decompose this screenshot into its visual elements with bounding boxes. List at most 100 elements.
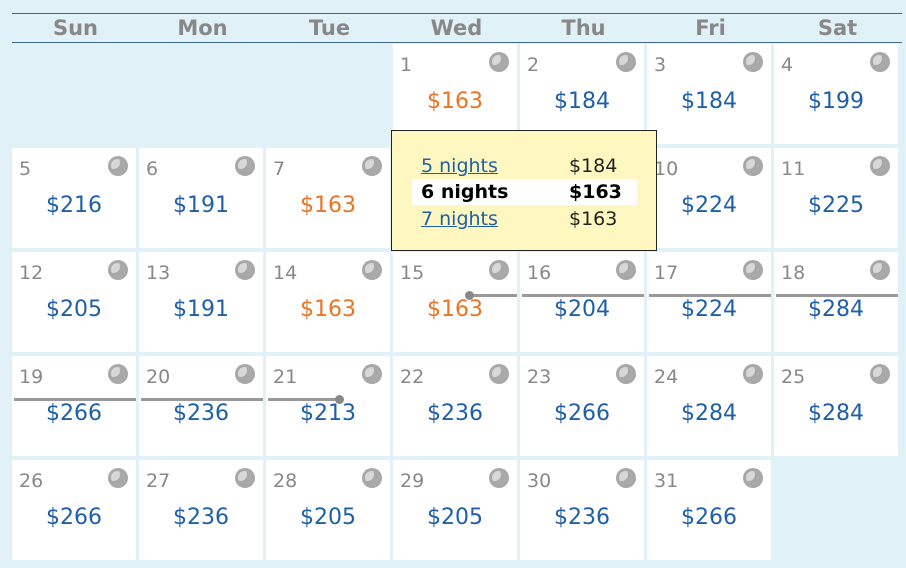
- day-number: 11: [781, 158, 806, 180]
- day-price: $284: [808, 297, 864, 322]
- day-cell[interactable]: 4 $199: [774, 44, 898, 144]
- day-price: $236: [173, 401, 229, 426]
- tooltip-option-5-nights[interactable]: 5 nights $184: [412, 153, 637, 179]
- day-cell[interactable]: 19 $266: [12, 356, 136, 456]
- weekday-thu: Thu: [561, 16, 606, 40]
- day-cell[interactable]: 25 $284: [774, 356, 898, 456]
- day-number: 29: [400, 470, 425, 492]
- day-cell[interactable]: 24 $284: [647, 356, 771, 456]
- moon-icon[interactable]: [616, 260, 636, 280]
- day-cell[interactable]: 31 $266: [647, 460, 771, 560]
- day-cell[interactable]: 6 $191: [139, 148, 263, 248]
- day-price: $225: [808, 193, 864, 218]
- stay-range-line: [14, 398, 136, 401]
- moon-icon[interactable]: [108, 468, 128, 488]
- stay-range-line: [776, 294, 898, 297]
- day-cell[interactable]: 5 $216: [12, 148, 136, 248]
- moon-icon[interactable]: [362, 468, 382, 488]
- stay-range-line: [649, 294, 771, 297]
- moon-icon[interactable]: [108, 156, 128, 176]
- moon-icon[interactable]: [743, 52, 763, 72]
- moon-icon[interactable]: [108, 364, 128, 384]
- moon-icon[interactable]: [743, 156, 763, 176]
- day-cell[interactable]: 28 $205: [266, 460, 390, 560]
- day-number: 16: [527, 262, 552, 284]
- moon-icon[interactable]: [743, 364, 763, 384]
- moon-icon[interactable]: [489, 260, 509, 280]
- day-cell[interactable]: 21 $213: [266, 356, 390, 456]
- day-number: 22: [400, 366, 425, 388]
- day-price: $266: [554, 401, 610, 426]
- day-price: $184: [681, 89, 737, 114]
- moon-icon[interactable]: [489, 52, 509, 72]
- day-cell[interactable]: 2 $184: [520, 44, 644, 144]
- day-price: $284: [681, 401, 737, 426]
- day-cell[interactable]: 13 $191: [139, 252, 263, 352]
- moon-icon[interactable]: [870, 52, 890, 72]
- day-price: $163: [300, 193, 356, 218]
- day-cell[interactable]: 29 $205: [393, 460, 517, 560]
- day-cell[interactable]: 20 $236: [139, 356, 263, 456]
- moon-icon[interactable]: [235, 260, 255, 280]
- moon-icon[interactable]: [362, 260, 382, 280]
- moon-icon[interactable]: [870, 260, 890, 280]
- day-cell[interactable]: 1 $163: [393, 44, 517, 144]
- moon-icon[interactable]: [743, 468, 763, 488]
- day-price: $224: [681, 193, 737, 218]
- day-cell[interactable]: 12 $205: [12, 252, 136, 352]
- day-cell[interactable]: 14 $163: [266, 252, 390, 352]
- moon-icon[interactable]: [616, 364, 636, 384]
- day-cell[interactable]: 3 $184: [647, 44, 771, 144]
- day-price: $199: [808, 89, 864, 114]
- nights-link[interactable]: 5 nights: [421, 153, 498, 179]
- day-number: 30: [527, 470, 552, 492]
- day-cell[interactable]: 27 $236: [139, 460, 263, 560]
- day-number: 21: [273, 366, 298, 388]
- day-number: 18: [781, 262, 806, 284]
- moon-icon[interactable]: [870, 364, 890, 384]
- day-cell[interactable]: 22 $236: [393, 356, 517, 456]
- moon-icon[interactable]: [743, 260, 763, 280]
- day-number: 4: [781, 54, 794, 76]
- moon-icon[interactable]: [489, 364, 509, 384]
- day-number: 12: [19, 262, 44, 284]
- moon-icon[interactable]: [235, 468, 255, 488]
- day-number: 3: [654, 54, 667, 76]
- weekday-tue: Tue: [308, 16, 351, 40]
- day-cell[interactable]: 30 $236: [520, 460, 644, 560]
- moon-icon[interactable]: [489, 468, 509, 488]
- day-price: $204: [554, 297, 610, 322]
- day-price: $266: [46, 505, 102, 530]
- moon-icon[interactable]: [616, 468, 636, 488]
- day-price: $163: [300, 297, 356, 322]
- stay-range-line: [268, 398, 340, 401]
- tooltip-option-7-nights[interactable]: 7 nights $163: [412, 206, 637, 232]
- moon-icon[interactable]: [235, 364, 255, 384]
- moon-icon[interactable]: [108, 260, 128, 280]
- day-number: 25: [781, 366, 806, 388]
- moon-icon[interactable]: [235, 156, 255, 176]
- weekday-fri: Fri: [695, 16, 726, 40]
- moon-icon[interactable]: [870, 156, 890, 176]
- day-number: 24: [654, 366, 679, 388]
- day-cell[interactable]: 10 $224: [647, 148, 771, 248]
- day-cell[interactable]: 16 $204: [520, 252, 644, 352]
- day-number: 14: [273, 262, 298, 284]
- nights-link[interactable]: 7 nights: [421, 206, 498, 232]
- day-cell[interactable]: 18 $284: [774, 252, 898, 352]
- day-price: $236: [554, 505, 610, 530]
- day-number: 27: [146, 470, 171, 492]
- day-number: 31: [654, 470, 679, 492]
- moon-icon[interactable]: [616, 52, 636, 72]
- moon-icon[interactable]: [362, 364, 382, 384]
- day-cell[interactable]: 17 $224: [647, 252, 771, 352]
- day-number: 26: [19, 470, 44, 492]
- day-cell[interactable]: 23 $266: [520, 356, 644, 456]
- moon-icon[interactable]: [362, 156, 382, 176]
- day-cell[interactable]: 11 $225: [774, 148, 898, 248]
- day-cell[interactable]: 26 $266: [12, 460, 136, 560]
- day-cell[interactable]: 15 $163: [393, 252, 517, 352]
- day-price: $213: [300, 401, 356, 426]
- day-number: 20: [146, 366, 171, 388]
- day-cell[interactable]: 7 $163: [266, 148, 390, 248]
